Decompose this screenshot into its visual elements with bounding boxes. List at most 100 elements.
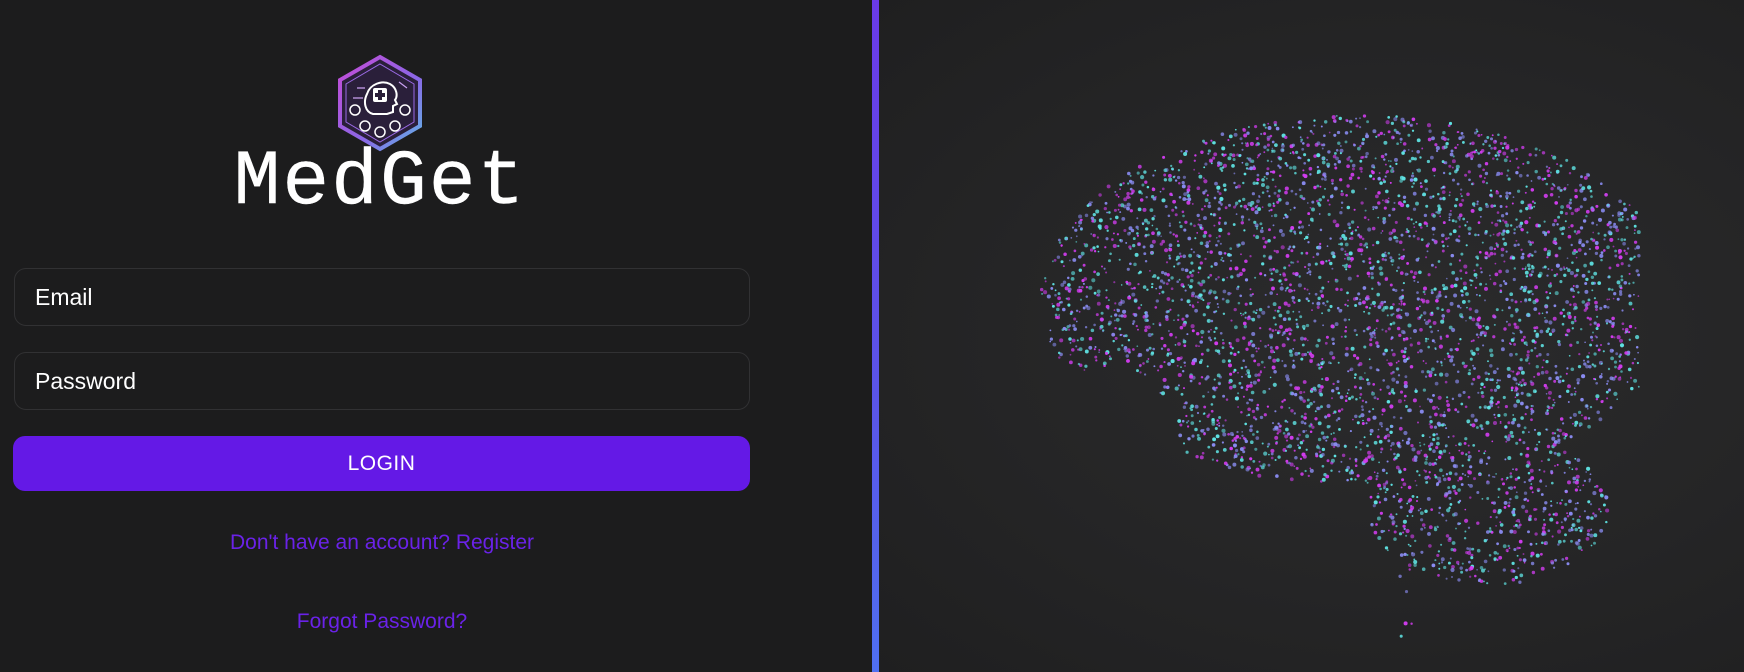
brain-particle — [1525, 185, 1528, 188]
brain-particle — [1475, 128, 1478, 131]
brain-particle — [1579, 529, 1583, 533]
brain-particle — [1106, 229, 1109, 232]
brain-particle — [1396, 492, 1399, 496]
brain-particle — [1245, 347, 1249, 351]
brain-particle — [1393, 452, 1396, 456]
brain-particle — [1381, 408, 1386, 413]
brain-particle — [1177, 372, 1182, 378]
brain-particle — [1233, 181, 1236, 185]
brain-particle — [1553, 401, 1556, 404]
brain-particle — [1553, 304, 1557, 308]
brain-particle — [1419, 444, 1422, 447]
login-button[interactable]: LOGIN — [13, 436, 750, 491]
brain-particle — [1400, 304, 1403, 306]
brain-particle — [1543, 265, 1547, 269]
brain-particle — [1179, 325, 1184, 330]
brain-particle — [1309, 273, 1312, 276]
email-field[interactable] — [14, 268, 750, 326]
brain-particle — [1384, 330, 1388, 333]
brain-particle — [1415, 499, 1419, 503]
brain-particle — [1583, 263, 1587, 268]
brain-particle — [1548, 450, 1553, 455]
brain-particle — [1519, 358, 1523, 362]
brain-particle — [1195, 344, 1198, 348]
brain-particle — [1139, 363, 1142, 367]
brain-particle — [1572, 422, 1574, 425]
brain-particle — [1352, 353, 1357, 358]
brain-particle — [1637, 351, 1639, 354]
brain-particle — [1526, 231, 1529, 234]
brain-particle — [1559, 227, 1563, 231]
brain-particle — [1464, 405, 1468, 409]
brain-particle — [1285, 201, 1290, 206]
brain-particle — [1273, 213, 1278, 218]
brain-particle — [1616, 280, 1621, 285]
brain-particle — [1113, 309, 1116, 311]
brain-particle — [1109, 217, 1112, 221]
brain-particle — [1374, 194, 1379, 199]
brain-particle — [1448, 219, 1451, 222]
brain-particle — [1504, 405, 1508, 409]
brain-particle — [1354, 414, 1358, 419]
brain-particle — [1529, 289, 1533, 293]
brain-particle — [1189, 271, 1192, 274]
brain-particle — [1381, 199, 1384, 202]
brain-particle — [1519, 287, 1523, 290]
brain-particle — [1171, 208, 1175, 212]
brain-particle — [1295, 150, 1299, 154]
brain-particle — [1588, 352, 1590, 354]
brain-particle — [1174, 344, 1177, 346]
brain-particle — [1395, 269, 1399, 272]
password-field[interactable] — [14, 352, 750, 410]
brain-particle — [1188, 253, 1193, 258]
brain-particle — [1488, 144, 1491, 147]
brain-particle — [1468, 368, 1471, 372]
brain-particle — [1071, 271, 1076, 276]
brain-particle — [1390, 515, 1395, 520]
brain-particle — [1118, 314, 1121, 318]
brain-particle — [1334, 166, 1338, 170]
brain-particle — [1186, 421, 1188, 424]
brain-particle — [1526, 499, 1530, 502]
brain-particle — [1423, 453, 1428, 458]
brain-particle — [1551, 535, 1554, 538]
brain-particle — [1402, 142, 1407, 146]
brain-particle — [1099, 326, 1101, 328]
brain-particle — [1576, 341, 1580, 344]
brain-particle — [1200, 352, 1204, 356]
brain-particle — [1581, 414, 1583, 417]
brain-particle — [1473, 366, 1476, 370]
forgot-password-link[interactable]: Forgot Password? — [0, 610, 764, 634]
brain-particle — [1389, 404, 1394, 409]
brain-particle — [1224, 419, 1227, 422]
brain-particle — [1230, 319, 1233, 322]
brain-particle — [1321, 357, 1324, 361]
brain-particle — [1431, 563, 1436, 568]
register-link[interactable]: Don't have an account? Register — [0, 531, 764, 555]
brain-particle — [1495, 516, 1498, 519]
brain-particle — [1519, 209, 1523, 213]
brain-particle — [1467, 299, 1471, 303]
brain-particle — [1535, 553, 1540, 558]
brain-particle — [1242, 321, 1247, 326]
brain-particle — [1629, 376, 1633, 379]
brain-particle — [1129, 262, 1132, 266]
brain-particle — [1484, 371, 1488, 375]
brain-particle — [1551, 431, 1555, 435]
brain-particle — [1562, 308, 1565, 312]
brain-particle — [1330, 469, 1333, 472]
brain-particle — [1255, 407, 1260, 411]
brain-particle — [1573, 387, 1576, 390]
brain-particle — [1600, 344, 1602, 346]
brain-particle — [1237, 406, 1239, 408]
brain-particle — [1528, 216, 1531, 219]
brain-particle — [1475, 347, 1480, 352]
brain-particle — [1326, 425, 1330, 429]
brain-particle — [1518, 539, 1523, 544]
brain-particle — [1351, 230, 1354, 233]
brain-particle — [1166, 348, 1170, 352]
brain-particle — [1374, 336, 1377, 339]
brain-particle — [1415, 484, 1418, 487]
brain-particle — [1500, 172, 1504, 176]
brain-particle — [1244, 422, 1248, 426]
